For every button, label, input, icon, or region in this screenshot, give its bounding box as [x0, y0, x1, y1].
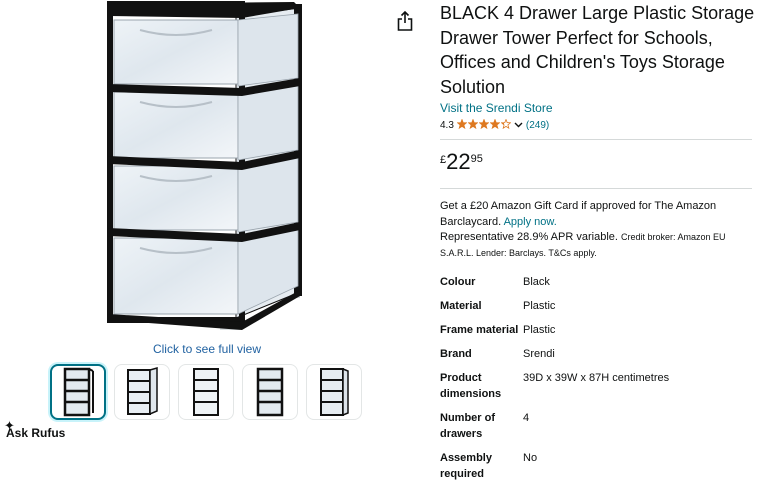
thumbnail-5[interactable] — [306, 364, 362, 420]
price: £ 22 95 — [440, 150, 758, 178]
apr-text: Representative 28.9% APR variable. — [440, 231, 618, 243]
star-icon — [489, 117, 501, 129]
spec-row: Frame material Plastic — [440, 322, 758, 346]
spec-label: Number of drawers — [440, 412, 495, 440]
rating-value: 4.3 — [440, 119, 454, 131]
thumbnail-2[interactable] — [114, 364, 170, 420]
price-fraction: 95 — [470, 153, 483, 165]
spec-label: Frame material — [440, 324, 519, 336]
spec-label: Assembly required — [440, 452, 492, 480]
drawer-tower-thumbnail-icon — [193, 368, 219, 416]
spec-row: Colour Black — [440, 274, 758, 298]
drawer-tower-thumbnail-icon — [320, 367, 349, 417]
main-product-image[interactable] — [100, 0, 314, 334]
drawer-tower-thumbnail-icon — [63, 367, 94, 417]
spec-label: Colour — [440, 276, 476, 288]
ask-rufus-label: Ask Rufus — [6, 426, 66, 440]
credit-card-offer: Get a £20 Amazon Gift Card if approved f… — [440, 199, 758, 230]
spec-value: Srendi — [523, 348, 555, 360]
star-icon — [478, 117, 490, 129]
rating-count-link[interactable]: (249) — [526, 120, 549, 131]
spec-value: Black — [523, 276, 550, 288]
drawer-tower-thumbnail-icon — [127, 367, 158, 416]
thumbnail-4[interactable] — [242, 364, 298, 420]
star-icon — [500, 117, 512, 129]
divider — [440, 188, 752, 189]
spec-label: Product dimensions — [440, 372, 502, 400]
spec-label: Brand — [440, 348, 472, 360]
thumbnail-3[interactable] — [178, 364, 234, 420]
star-icon — [456, 117, 468, 129]
star-rating[interactable] — [456, 117, 512, 132]
offer-text: Get a £20 Amazon Gift Card if approved f… — [440, 200, 717, 228]
store-link[interactable]: Visit the Srendi Store — [440, 101, 758, 115]
spec-row: Brand Srendi — [440, 346, 758, 370]
thumbnail-1[interactable] — [50, 364, 106, 420]
divider — [440, 139, 752, 140]
click-to-see-full-view-link[interactable]: Click to see full view — [130, 342, 284, 356]
apply-now-link[interactable]: Apply now. — [504, 216, 557, 228]
drawer-tower-thumbnail-icon — [256, 367, 284, 417]
share-icon[interactable] — [396, 10, 414, 32]
star-icon — [467, 117, 479, 129]
spec-value: 39D x 39W x 87H centimetres — [523, 372, 670, 384]
spec-value: Plastic — [523, 300, 556, 312]
product-specs-table: Colour Black Material Plastic Frame material… — [440, 274, 758, 490]
spec-value: 4 — [523, 412, 530, 424]
ask-rufus-button[interactable]: Ask Rufus — [6, 426, 65, 440]
spec-row: Product dimensions 39D x 39W x 87H centim… — [440, 370, 758, 410]
spec-row: Material Plastic — [440, 298, 758, 322]
price-whole: 22 — [446, 149, 471, 174]
chevron-down-icon[interactable] — [514, 122, 523, 128]
spec-label: Material — [440, 300, 482, 312]
spec-value: No — [523, 452, 538, 464]
product-details: BLACK 4 Drawer Large Plastic Storage Dra… — [440, 0, 758, 490]
spec-row: Assembly required No — [440, 450, 758, 490]
product-title: BLACK 4 Drawer Large Plastic Storage Dra… — [440, 3, 755, 97]
spec-row: Number of drawers 4 — [440, 410, 758, 450]
spec-value: Plastic — [523, 324, 556, 336]
apr-info: Representative 28.9% APR variable. Credi… — [440, 230, 758, 261]
rating-row[interactable]: 4.3 (249) — [440, 117, 758, 132]
